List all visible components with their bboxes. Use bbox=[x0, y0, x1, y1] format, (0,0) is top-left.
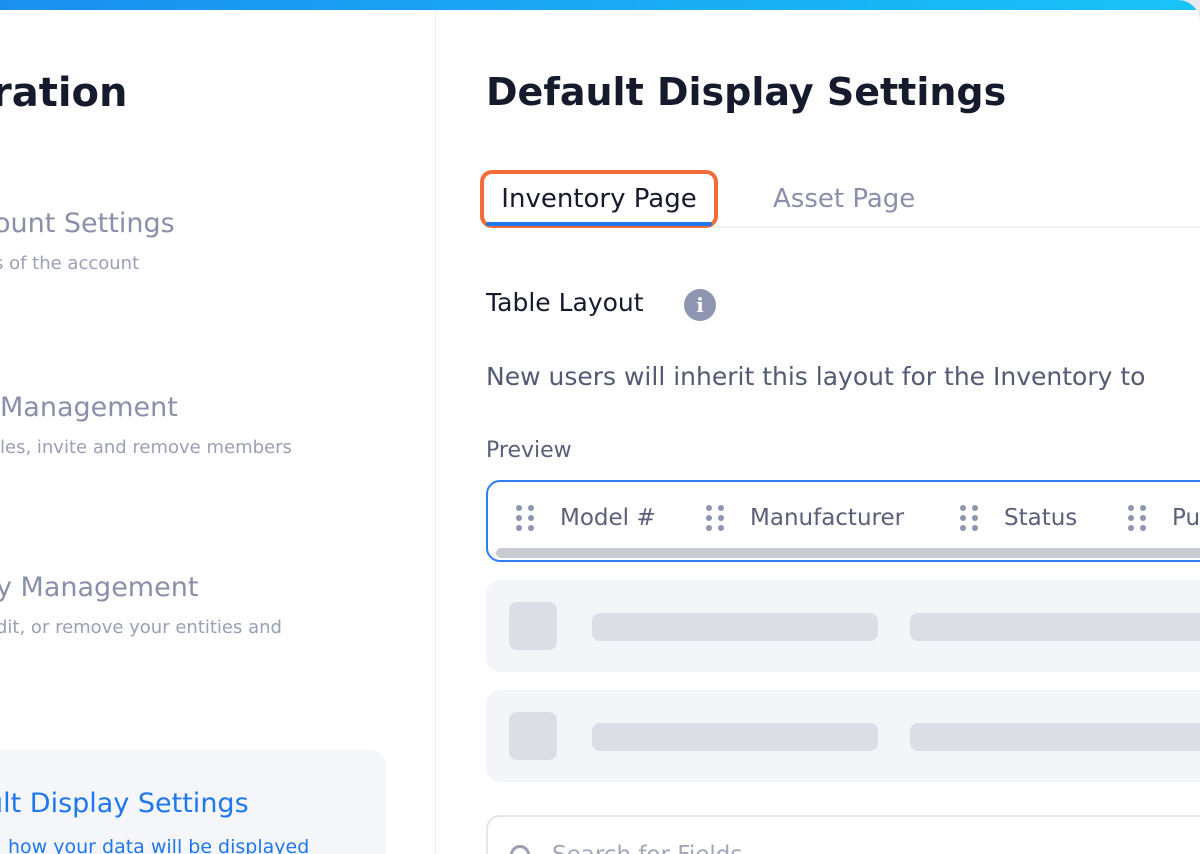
skeleton-thumbnail bbox=[509, 602, 557, 650]
app-window: ration ount Settings s of the account Ma… bbox=[0, 0, 1200, 854]
column-label: Model # bbox=[560, 505, 656, 531]
search-input[interactable] bbox=[552, 837, 1152, 854]
column-label: Manufacturer bbox=[750, 505, 905, 531]
skeleton-cell bbox=[910, 723, 1200, 751]
skeleton-thumbnail bbox=[509, 712, 557, 760]
active-tab-indicator bbox=[486, 222, 712, 226]
sidebar-item-label: ount Settings bbox=[0, 208, 175, 239]
sidebar: ration ount Settings s of the account Ma… bbox=[0, 10, 436, 854]
info-icon[interactable]: i bbox=[684, 289, 716, 321]
skeleton-row bbox=[486, 580, 1200, 672]
column-header-purchase[interactable]: Pu bbox=[1128, 482, 1200, 554]
top-accent-bar bbox=[0, 0, 1200, 10]
table-layout-preview[interactable]: Model # Manufacturer Status Pu bbox=[486, 480, 1200, 562]
drag-handle-icon[interactable] bbox=[1128, 500, 1148, 536]
search-icon bbox=[510, 845, 530, 854]
column-header-status[interactable]: Status bbox=[960, 482, 1077, 554]
field-search[interactable] bbox=[486, 815, 1200, 854]
sidebar-item-account-settings[interactable]: ount Settings s of the account bbox=[0, 208, 175, 274]
skeleton-cell bbox=[592, 613, 878, 641]
column-header-manufacturer[interactable]: Manufacturer bbox=[706, 482, 904, 554]
sidebar-item-default-display-settings[interactable]: ult Display Settings how your data will … bbox=[0, 750, 386, 854]
column-header-model[interactable]: Model # bbox=[516, 482, 656, 554]
horizontal-scrollbar[interactable] bbox=[496, 548, 1200, 558]
section-description: New users will inherit this layout for t… bbox=[486, 362, 1146, 391]
sidebar-item-description: dit, or remove your entities and bbox=[0, 617, 282, 638]
tab-inventory-page[interactable]: Inventory Page bbox=[480, 170, 718, 228]
skeleton-cell bbox=[910, 613, 1200, 641]
sidebar-item-user-management[interactable]: Management les, invite and remove member… bbox=[0, 392, 292, 458]
tab-asset-page[interactable]: Asset Page bbox=[773, 170, 915, 228]
page-title: Default Display Settings bbox=[486, 70, 1007, 114]
main-content: Default Display Settings Inventory Page … bbox=[437, 10, 1200, 854]
preview-label: Preview bbox=[486, 438, 572, 463]
tab-bar: Inventory Page Asset Page bbox=[480, 170, 1200, 228]
drag-handle-icon[interactable] bbox=[516, 500, 536, 536]
sidebar-item-description: how your data will be displayed bbox=[8, 836, 310, 854]
sidebar-item-label: y Management bbox=[0, 572, 199, 603]
sidebar-item-label: ult Display Settings bbox=[0, 788, 249, 819]
sidebar-item-entity-management[interactable]: y Management dit, or remove your entitie… bbox=[0, 572, 282, 638]
sidebar-item-label: Management bbox=[0, 392, 178, 423]
column-label: Status bbox=[1004, 505, 1078, 531]
skeleton-row bbox=[486, 690, 1200, 782]
tab-label: Asset Page bbox=[773, 184, 916, 214]
sidebar-title: ration bbox=[0, 70, 128, 116]
skeleton-cell bbox=[592, 723, 878, 751]
sidebar-item-description: les, invite and remove members bbox=[0, 437, 292, 458]
tab-label: Inventory Page bbox=[501, 184, 697, 214]
column-label: Pu bbox=[1172, 505, 1200, 531]
drag-handle-icon[interactable] bbox=[706, 500, 726, 536]
section-title: Table Layout bbox=[486, 288, 644, 317]
sidebar-item-description: s of the account bbox=[0, 253, 140, 274]
drag-handle-icon[interactable] bbox=[960, 500, 980, 536]
